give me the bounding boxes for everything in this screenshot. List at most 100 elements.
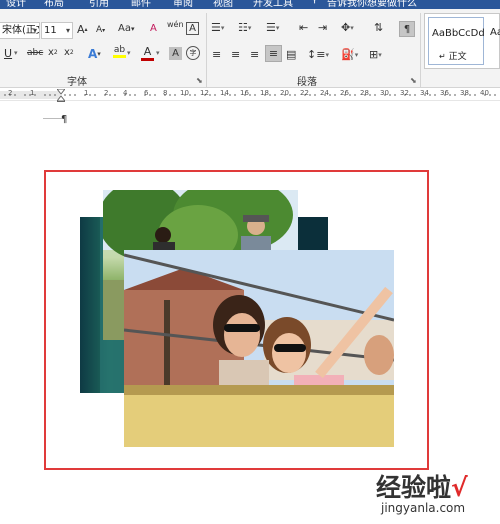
- highlighter-icon: ab: [113, 45, 126, 55]
- subscript-button[interactable]: x2: [48, 47, 58, 58]
- border-grid-icon: ⊞: [369, 48, 379, 61]
- decrease-indent-button[interactable]: ⇤: [299, 21, 308, 34]
- grow-font-button[interactable]: A ▴: [77, 23, 88, 36]
- font-group-label: 字体: [67, 77, 87, 88]
- horizontal-ruler[interactable]: 2 1 1 2 4 6 8 10 12 14 16 18 20 22 24 26…: [0, 89, 500, 101]
- change-case-button[interactable]: Aa ▾: [118, 23, 134, 34]
- watermark-brand: 经验啦√: [376, 473, 468, 502]
- paragraph-dialog-launcher-icon[interactable]: ⬊: [410, 76, 417, 85]
- ruler-number: 36: [440, 89, 449, 97]
- word-window: 设计 布局 引用 邮件 审阅 视图 开发工具 ⚲ 告诉我你想要做什么 宋体(正文…: [0, 0, 500, 524]
- ruler-number: 12: [200, 89, 209, 97]
- ruler-number: 24: [320, 89, 329, 97]
- decrease-indent-icon: ⇤: [299, 21, 309, 34]
- justify-button[interactable]: ≡: [265, 45, 282, 62]
- superscript-button[interactable]: x2: [64, 47, 74, 58]
- ruler-number: 2: [104, 89, 109, 97]
- paragraph-group-label: 段落: [297, 77, 317, 88]
- chinese-layout-button[interactable]: ✥ ▾: [341, 21, 354, 34]
- grow-font-icon: A: [77, 23, 85, 36]
- watermark-url: jingyanla.com: [381, 501, 466, 515]
- font-color-icon: A: [143, 45, 152, 58]
- underline-dropdown-arrow[interactable]: ▾: [14, 49, 18, 57]
- paragraph-mark: ¶: [61, 114, 68, 125]
- ruler-number: 4: [123, 89, 128, 97]
- highlight-dropdown-arrow[interactable]: ▾: [127, 49, 131, 57]
- ruler-number: 18: [260, 89, 269, 97]
- style-no-spacing[interactable]: AaBl: [487, 17, 500, 65]
- font-name-dropdown[interactable]: 宋体(正文 ▾: [0, 22, 40, 39]
- ruler-number: 1: [30, 89, 35, 97]
- photo-front-image: [124, 250, 394, 447]
- tab-developer[interactable]: 开发工具: [253, 0, 293, 9]
- tab-design[interactable]: 设计: [6, 0, 26, 9]
- character-shading-button[interactable]: A: [169, 47, 182, 60]
- increase-indent-button[interactable]: ⇥: [318, 21, 327, 34]
- ruler-number: 8: [163, 89, 168, 97]
- chevron-down-icon: ▾: [65, 26, 70, 35]
- tab-review[interactable]: 审阅: [173, 0, 193, 9]
- bullet-list-icon: ☰: [211, 21, 221, 34]
- font-color-button[interactable]: A: [141, 45, 154, 61]
- ruler-number: 38: [460, 89, 469, 97]
- ruler-number: 6: [144, 89, 149, 97]
- show-hide-marks-button[interactable]: ¶: [399, 21, 415, 37]
- ruler-number: 22: [300, 89, 309, 97]
- change-case-icon: Aa: [118, 23, 131, 34]
- borders-button[interactable]: ⊞ ▾: [369, 48, 382, 61]
- multilevel-list-button[interactable]: ☰ ▾: [266, 21, 279, 34]
- sort-button[interactable]: ⇅: [374, 21, 383, 34]
- shading-button[interactable]: ⛽ ▾: [341, 48, 358, 61]
- group-separator: [420, 13, 421, 87]
- ribbon-tab-bar: 设计 布局 引用 邮件 审阅 视图 开发工具 ⚲ 告诉我你想要做什么: [0, 0, 500, 9]
- character-border-icon: A: [189, 23, 196, 34]
- tell-me-box[interactable]: 告诉我你想要做什么: [327, 0, 417, 9]
- align-center-button[interactable]: ≡: [231, 48, 240, 61]
- ruler-number: 1: [84, 89, 89, 97]
- shrink-font-button[interactable]: A ▾: [96, 25, 105, 35]
- font-size-value: 11: [44, 25, 57, 36]
- align-center-icon: ≡: [231, 48, 241, 61]
- paragraph-mark-icon: ¶: [403, 23, 411, 35]
- tab-view[interactable]: 视图: [213, 0, 233, 9]
- paint-bucket-icon: ⛽: [341, 48, 355, 61]
- chinese-layout-icon: ✥: [341, 21, 351, 34]
- styles-gallery: AaBbCcDd ↵ 正文 AaBl: [424, 13, 500, 69]
- style-normal-name: ↵ 正文: [439, 52, 467, 62]
- numbering-button[interactable]: ☷ ▾: [238, 21, 251, 34]
- font-color-dropdown-arrow[interactable]: ▾: [156, 49, 160, 57]
- ruler-number: 10: [180, 89, 189, 97]
- bullets-button[interactable]: ☰ ▾: [211, 21, 224, 34]
- clear-formatting-button[interactable]: A: [150, 23, 157, 34]
- ruler-number: 14: [220, 89, 229, 97]
- font-dialog-launcher-icon[interactable]: ⬊: [196, 76, 203, 85]
- group-separator: [206, 13, 207, 87]
- tab-references[interactable]: 引用: [89, 0, 109, 9]
- ruler-number: 16: [240, 89, 249, 97]
- character-border-button[interactable]: A: [186, 22, 199, 35]
- enclose-characters-button[interactable]: 字: [186, 46, 200, 60]
- phonetic-guide-button[interactable]: wén: [167, 20, 184, 29]
- ruler-number: 26: [340, 89, 349, 97]
- ruler-number: 2: [8, 89, 13, 97]
- ruler-number: 40: [480, 89, 489, 97]
- align-right-button[interactable]: ≡: [250, 48, 259, 61]
- tab-layout[interactable]: 布局: [44, 0, 64, 9]
- font-size-dropdown[interactable]: 11 ▾: [41, 22, 73, 39]
- ruler-number: 34: [420, 89, 429, 97]
- watermark-logo: 经验啦√ jingyanla.com: [376, 468, 500, 524]
- underline-button[interactable]: U: [4, 47, 12, 60]
- chevron-down-icon: ▾: [32, 26, 37, 35]
- sort-icon: ⇅: [374, 21, 384, 34]
- numbered-list-icon: ☷: [238, 21, 248, 34]
- text-effects-button[interactable]: A ▾: [88, 47, 101, 61]
- align-left-button[interactable]: ≡: [212, 48, 221, 61]
- line-spacing-button[interactable]: ↕≡ ▾: [307, 48, 329, 61]
- style-normal[interactable]: AaBbCcDd ↵ 正文: [428, 17, 485, 65]
- photo-front[interactable]: [124, 250, 394, 447]
- ruler-number: 20: [280, 89, 289, 97]
- distributed-button[interactable]: ▤: [286, 48, 296, 61]
- highlight-color-button[interactable]: ab: [113, 45, 126, 58]
- tab-mailings[interactable]: 邮件: [131, 0, 151, 9]
- strikethrough-button[interactable]: abc: [27, 48, 43, 58]
